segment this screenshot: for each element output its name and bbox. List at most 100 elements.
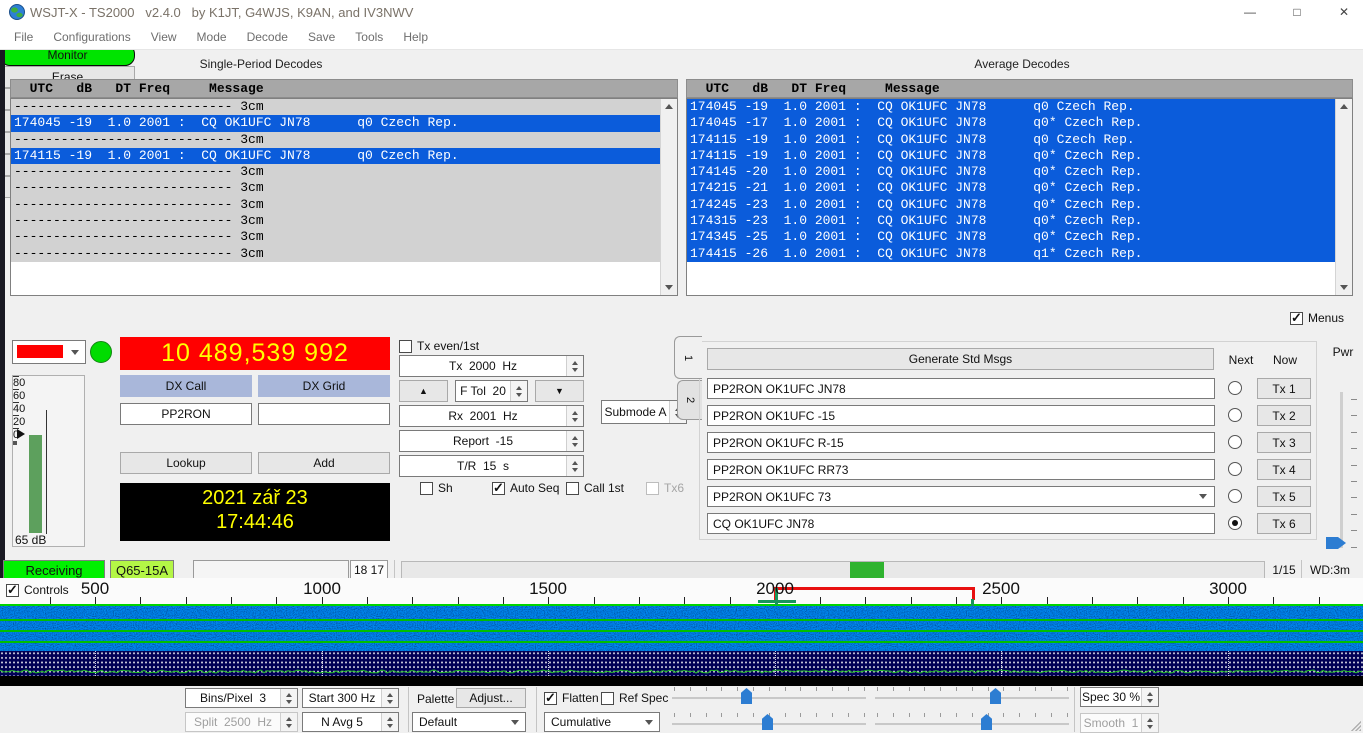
spinner-arrows-icon[interactable] — [566, 356, 583, 376]
freq-up-button[interactable]: ▲ — [399, 380, 448, 402]
auto-seq-checkbox[interactable]: Auto Seq — [492, 481, 559, 495]
decode-row[interactable]: 174145 -20 1.0 2001 : CQ OK1UFC JN78 q0*… — [687, 164, 1336, 180]
flatten-checkbox[interactable]: Flatten — [544, 691, 599, 705]
decode-row[interactable]: ---------------------------- 3cm — [11, 213, 661, 229]
average-decodes-list[interactable]: 174045 -19 1.0 2001 : CQ OK1UFC JN78 q0 … — [686, 98, 1353, 296]
decode-row[interactable]: ---------------------------- 3cm — [11, 229, 661, 245]
single-period-decodes-list[interactable]: ---------------------------- 3cm174045 -… — [10, 98, 678, 296]
minimize-button[interactable]: — — [1235, 2, 1265, 22]
controls-checkbox[interactable]: Controls — [6, 583, 69, 597]
decode-row[interactable]: 174115 -19 1.0 2001 : CQ OK1UFC JN78 q0 … — [687, 132, 1336, 148]
spinner-arrows-icon[interactable] — [566, 456, 583, 476]
spinner-arrows-icon[interactable] — [510, 381, 527, 401]
menus-checkbox[interactable]: Menus — [1290, 311, 1344, 325]
pwr-slider-track[interactable] — [1340, 392, 1343, 548]
left-scrollbar[interactable] — [660, 99, 677, 295]
scroll-down-icon[interactable] — [1336, 280, 1352, 295]
adjust-button[interactable]: Adjust... — [456, 688, 526, 708]
tx-message-2-input[interactable]: PP2RON OK1UFC -15 — [707, 405, 1215, 426]
spectrum-zero-slider-handle[interactable] — [981, 714, 992, 730]
add-button[interactable]: Add — [258, 452, 390, 474]
decode-row[interactable]: 174315 -23 1.0 2001 : CQ OK1UFC JN78 q0*… — [687, 213, 1336, 229]
menu-item-tools[interactable]: Tools — [345, 30, 393, 44]
submode-spinner[interactable]: Submode A — [601, 400, 687, 424]
n-avg-spinner[interactable]: N Avg 5 — [302, 712, 399, 732]
menu-item-help[interactable]: Help — [393, 30, 438, 44]
spinner-arrows-icon[interactable] — [381, 689, 398, 707]
spectrum-mode-select[interactable]: Cumulative — [544, 712, 660, 732]
tx6-now-button[interactable]: Tx 6 — [1257, 513, 1311, 534]
freq-down-button[interactable]: ▼ — [535, 380, 584, 402]
dx-call-input[interactable]: PP2RON — [120, 403, 252, 425]
tx-freq-spinner[interactable]: Tx 2000 Hz — [399, 355, 584, 377]
decode-row[interactable]: 174215 -21 1.0 2001 : CQ OK1UFC JN78 q0*… — [687, 180, 1336, 196]
decode-row[interactable]: 174345 -25 1.0 2001 : CQ OK1UFC JN78 q0*… — [687, 229, 1336, 245]
tx5-next-radio[interactable] — [1228, 489, 1242, 503]
tx1-now-button[interactable]: Tx 1 — [1257, 378, 1311, 399]
band-select[interactable] — [12, 340, 86, 364]
menu-item-configurations[interactable]: Configurations — [43, 30, 140, 44]
waterfall-display[interactable] — [0, 604, 1363, 651]
start-freq-spinner[interactable]: Start 300 Hz — [302, 688, 399, 708]
decode-row[interactable]: 174115 -19 1.0 2001 : CQ OK1UFC JN78 q0*… — [687, 148, 1336, 164]
report-spinner[interactable]: Report -15 — [399, 430, 584, 452]
generate-std-msgs-button[interactable]: Generate Std Msgs — [707, 348, 1214, 370]
dx-grid-input[interactable] — [258, 403, 390, 425]
right-scrollbar[interactable] — [1335, 99, 1352, 295]
spectrum-zero-slider-track[interactable] — [875, 723, 1069, 726]
tx-even-checkbox[interactable]: Tx even/1st — [399, 339, 479, 353]
scroll-up-icon[interactable] — [1336, 99, 1352, 114]
spectrum-gain-slider-track[interactable] — [875, 697, 1069, 700]
tx2-next-radio[interactable] — [1228, 408, 1242, 422]
menu-item-file[interactable]: File — [4, 30, 43, 44]
tx3-next-radio[interactable] — [1228, 435, 1242, 449]
maximize-button[interactable]: □ — [1282, 2, 1312, 22]
ftol-spinner[interactable]: F Tol 20 — [455, 380, 528, 402]
menu-item-mode[interactable]: Mode — [187, 30, 237, 44]
rx-freq-spinner[interactable]: Rx 2001 Hz — [399, 405, 584, 427]
waterfall-scale[interactable] — [0, 578, 1363, 604]
scroll-up-icon[interactable] — [661, 99, 677, 114]
menu-item-save[interactable]: Save — [298, 30, 345, 44]
spinner-arrows-icon[interactable] — [1141, 688, 1158, 706]
spinner-arrows-icon[interactable] — [566, 431, 583, 451]
call-1st-checkbox[interactable]: Call 1st — [566, 481, 624, 495]
tx3-now-button[interactable]: Tx 3 — [1257, 432, 1311, 453]
spinner-arrows-icon[interactable] — [381, 713, 398, 731]
spinner-arrows-icon[interactable] — [566, 406, 583, 426]
decode-row[interactable]: ---------------------------- 3cm — [11, 246, 661, 262]
tx5-now-button[interactable]: Tx 5 — [1257, 486, 1311, 507]
tx-message-1-input[interactable]: PP2RON OK1UFC JN78 — [707, 378, 1215, 399]
decode-row[interactable]: 174045 -19 1.0 2001 : CQ OK1UFC JN78 q0 … — [11, 115, 661, 131]
menu-item-view[interactable]: View — [141, 30, 187, 44]
spec-percent-spinner[interactable]: Spec 30 % — [1080, 687, 1159, 707]
decode-row[interactable]: 174045 -19 1.0 2001 : CQ OK1UFC JN78 q0 … — [687, 99, 1336, 115]
tx2-now-button[interactable]: Tx 2 — [1257, 405, 1311, 426]
tx-message-5-input[interactable]: PP2RON OK1UFC 73 — [707, 486, 1215, 507]
tab-1[interactable]: 1 — [674, 336, 702, 379]
tx4-now-button[interactable]: Tx 4 — [1257, 459, 1311, 480]
tr-period-spinner[interactable]: T/R 15 s — [399, 455, 584, 477]
decode-row[interactable]: ---------------------------- 3cm — [11, 180, 661, 196]
tx-message-6-input[interactable]: CQ OK1UFC JN78 — [707, 513, 1215, 534]
close-button[interactable]: ✕ — [1329, 2, 1359, 22]
tx-message-3-input[interactable]: PP2RON OK1UFC R-15 — [707, 432, 1215, 453]
palette-select[interactable]: Default — [412, 712, 526, 732]
decode-row[interactable]: ---------------------------- 3cm — [11, 132, 661, 148]
ref-spec-checkbox[interactable]: Ref Spec — [601, 691, 668, 705]
tx4-next-radio[interactable] — [1228, 462, 1242, 476]
bins-per-pixel-spinner[interactable]: Bins/Pixel 3 — [185, 688, 298, 708]
decode-row[interactable]: ---------------------------- 3cm — [11, 164, 661, 180]
decode-row[interactable]: 174045 -17 1.0 2001 : CQ OK1UFC JN78 q0*… — [687, 115, 1336, 131]
decode-row[interactable]: ---------------------------- 3cm — [11, 99, 661, 115]
tx1-next-radio[interactable] — [1228, 381, 1242, 395]
tx-message-4-input[interactable]: PP2RON OK1UFC RR73 — [707, 459, 1215, 480]
decode-row[interactable]: ---------------------------- 3cm — [11, 197, 661, 213]
decode-row[interactable]: 174415 -26 1.0 2001 : CQ OK1UFC JN78 q1*… — [687, 246, 1336, 262]
menu-item-decode[interactable]: Decode — [237, 30, 298, 44]
sh-checkbox[interactable]: Sh — [420, 481, 453, 495]
waterfall-zero-slider-handle[interactable] — [762, 714, 773, 730]
waterfall-gain-slider-handle[interactable] — [741, 688, 752, 704]
spectrum-gain-slider-handle[interactable] — [990, 688, 1001, 704]
decode-row[interactable]: 174245 -23 1.0 2001 : CQ OK1UFC JN78 q0*… — [687, 197, 1336, 213]
